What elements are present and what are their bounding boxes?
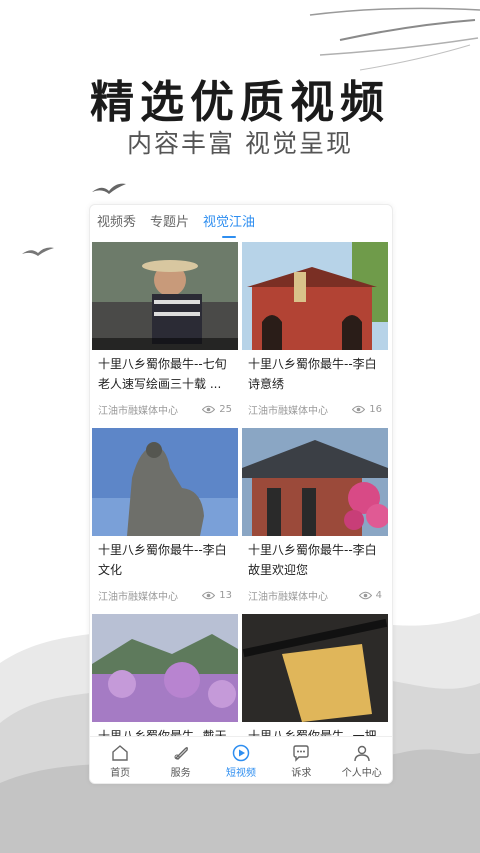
nav-short-video-label: 短视频 — [225, 767, 256, 779]
nav-short-video[interactable]: 短视频 — [211, 742, 271, 779]
video-meta: 江油市融媒体中心 4 — [248, 588, 382, 603]
painter-icon — [92, 242, 238, 350]
view-count-value: 16 — [369, 404, 382, 415]
video-title: 十里八乡蜀你最牛--李白文化 — [98, 543, 227, 577]
home-icon — [112, 744, 128, 761]
bottom-navigation: 首页 服务 短视频 诉求 个人中心 — [90, 736, 392, 783]
temple-gate-icon — [242, 242, 388, 350]
video-source: 江油市融媒体中心 — [98, 592, 178, 603]
eye-icon — [358, 591, 372, 600]
blossom-mountain-icon — [92, 614, 238, 722]
play-icon — [232, 744, 250, 761]
video-source: 江油市融媒体中心 — [98, 406, 178, 417]
video-card[interactable]: 十里八乡蜀你最牛--李白诗意绣 江油市融媒体中心 16 — [242, 242, 388, 422]
view-count: 16 — [352, 404, 382, 415]
view-count-value: 4 — [375, 590, 382, 601]
eye-icon — [352, 405, 366, 414]
statue-icon — [92, 428, 238, 536]
video-title: 十里八乡蜀你最牛--李白故里欢迎您 — [248, 543, 377, 577]
nav-appeal[interactable]: 诉求 — [271, 742, 331, 779]
video-card[interactable]: 十里八乡蜀你最牛--李白文化 江油市融媒体中心 13 — [92, 428, 238, 608]
view-count: 13 — [202, 590, 232, 601]
nav-service-label: 服务 — [170, 767, 191, 779]
view-count-value: 25 — [219, 404, 232, 415]
bird-icon — [92, 183, 126, 194]
nav-personal-center[interactable]: 个人中心 — [332, 742, 392, 779]
nav-home-label: 首页 — [110, 767, 131, 779]
promo-subheadline: 内容丰富 视觉呈现 — [127, 129, 353, 158]
chat-icon — [293, 744, 310, 762]
video-source: 江油市融媒体中心 — [248, 406, 328, 417]
service-icon — [174, 746, 188, 760]
nav-personal-center-label: 个人中心 — [341, 767, 382, 779]
tab-video-show[interactable]: 视频秀 — [90, 205, 143, 241]
view-count: 25 — [202, 404, 232, 415]
video-card[interactable]: 十里八乡蜀你最牛--七旬老人速写绘画三十载 ... 江油市融媒体中心 25 — [92, 242, 238, 422]
bird-icon — [22, 247, 54, 256]
nav-service[interactable]: 服务 — [151, 742, 211, 779]
video-meta: 江油市融媒体中心 13 — [98, 588, 232, 603]
nav-home[interactable]: 首页 — [90, 742, 150, 779]
video-title: 十里八乡蜀你最牛--李白诗意绣 — [248, 357, 377, 391]
video-card[interactable]: 十里八乡蜀你最牛--李白故里欢迎您 江油市融媒体中心 4 — [242, 428, 388, 608]
user-icon — [354, 745, 370, 761]
view-count: 4 — [358, 590, 382, 601]
video-source: 江油市融媒体中心 — [248, 592, 328, 603]
pavilion-icon — [242, 428, 388, 536]
eye-icon — [202, 591, 216, 600]
view-count-value: 13 — [219, 590, 232, 601]
app-screen: 视频秀 专题片 视觉江油 十里八乡蜀你最牛--七旬老人速写绘画三十载 ... 江… — [89, 204, 393, 784]
promo-headline: 精选优质视频 — [90, 77, 390, 128]
tab-feature-film[interactable]: 专题片 — [143, 205, 196, 241]
nav-appeal-label: 诉求 — [291, 767, 312, 779]
craft-icon — [242, 614, 388, 722]
video-tabs: 视频秀 专题片 视觉江油 — [90, 205, 392, 241]
video-meta: 江油市融媒体中心 25 — [98, 402, 232, 417]
video-meta: 江油市融媒体中心 16 — [248, 402, 382, 417]
eye-icon — [202, 405, 216, 414]
video-title: 十里八乡蜀你最牛--七旬老人速写绘画三十载 ... — [98, 357, 227, 391]
tab-visual-jiangyou[interactable]: 视觉江油 — [196, 205, 262, 241]
